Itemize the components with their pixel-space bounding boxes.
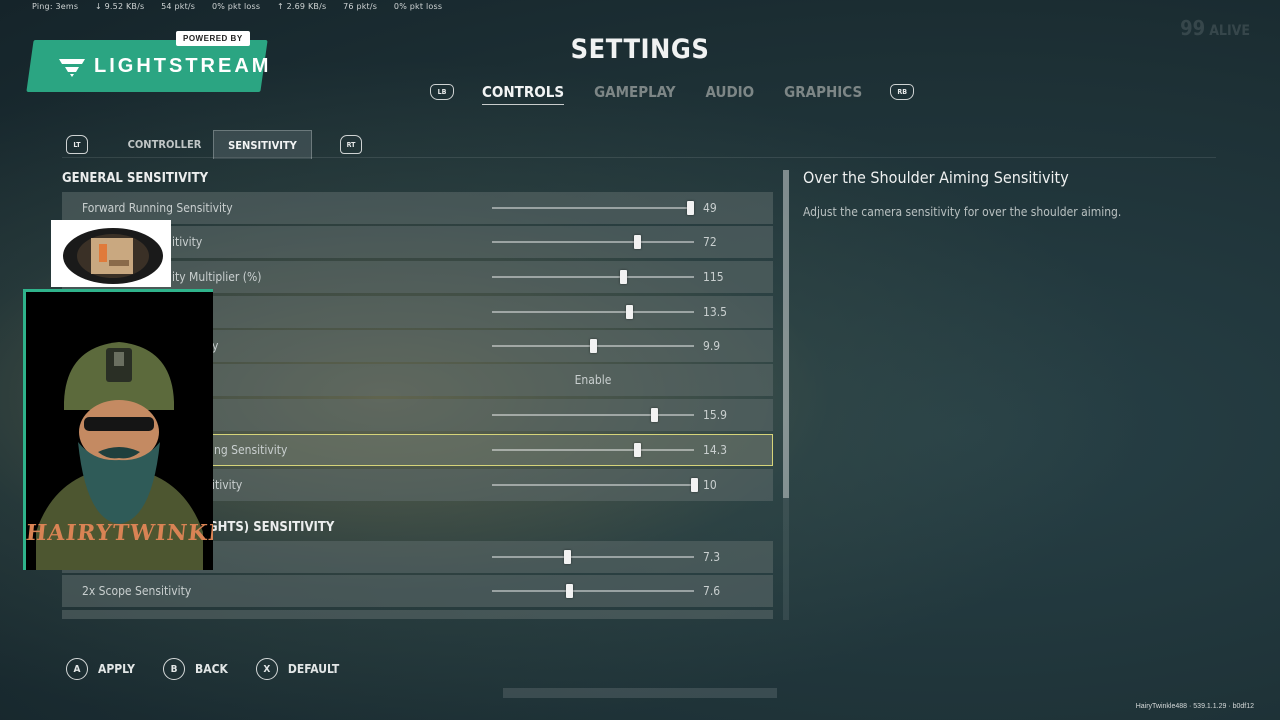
upload-loss: 0% pkt loss xyxy=(393,2,443,11)
setting-label: 2x Scope Sensitivity xyxy=(82,584,192,598)
setting-value: 72 xyxy=(703,235,717,249)
description-title: Over the Shoulder Aiming Sensitivity xyxy=(803,168,1069,187)
apply-label: APPLY xyxy=(98,662,136,676)
default-label: DEFAULT xyxy=(287,662,340,676)
streamer-badge-image xyxy=(51,220,171,287)
slider-thumb[interactable] xyxy=(626,305,634,319)
slider-track[interactable] xyxy=(492,339,694,353)
tabs-divider xyxy=(62,157,1216,158)
back-label: BACK xyxy=(195,662,228,676)
horizontal-scrollbar[interactable] xyxy=(503,688,777,698)
slider-track[interactable] xyxy=(492,584,694,598)
setting-value: 10 xyxy=(703,478,717,492)
settings-scrollbar-thumb[interactable] xyxy=(783,170,789,498)
slider-thumb[interactable] xyxy=(565,584,573,598)
setting-value: 15.9 xyxy=(703,408,728,422)
download-rate: ↓ 9.52 KB/s xyxy=(94,2,145,11)
upload-packets: 76 pkt/s xyxy=(343,2,378,11)
sub-tabs: LT CONTROLLER SENSITIVITY RT xyxy=(66,130,362,159)
setting-value: 7.6 xyxy=(703,584,721,598)
back-button[interactable]: B BACK xyxy=(163,658,228,680)
lb-bumper-icon[interactable]: LB xyxy=(430,84,454,100)
setting-label: itivity xyxy=(212,478,243,492)
slider-track[interactable] xyxy=(492,270,694,284)
setting-value: 9.9 xyxy=(703,339,721,353)
slider-thumb[interactable] xyxy=(691,478,698,492)
badge-art-icon xyxy=(63,228,163,284)
slider-thumb[interactable] xyxy=(563,550,571,564)
lt-trigger-icon[interactable]: LT xyxy=(66,135,88,154)
setting-value: 13.5 xyxy=(703,305,728,319)
slider-track[interactable] xyxy=(492,201,694,215)
build-info: HairyTwinkle488 · 539.1.1.29 · b0df12 xyxy=(1135,703,1254,710)
setting-row-partial xyxy=(62,610,773,619)
main-tabs: LB CONTROLS GAMEPLAY AUDIO GRAPHICS RB xyxy=(430,83,915,105)
a-button-icon: A xyxy=(66,658,88,680)
slider-track[interactable] xyxy=(492,305,694,319)
x-button-icon: X xyxy=(255,658,278,680)
streamer-avatar-card: HAIRYTWINKLE xyxy=(23,289,213,570)
ping-text: Ping: 3ems xyxy=(32,2,79,11)
slider-track[interactable] xyxy=(492,443,694,457)
slider-thumb[interactable] xyxy=(620,270,628,284)
rt-trigger-icon[interactable]: RT xyxy=(340,135,362,154)
slider-track[interactable] xyxy=(492,478,698,492)
footer-actions: A APPLY B BACK X DEFAULT xyxy=(66,658,367,680)
tab-gameplay[interactable]: GAMEPLAY xyxy=(594,83,675,101)
setting-value: 14.3 xyxy=(703,443,728,457)
rb-bumper-icon[interactable]: RB xyxy=(890,84,915,100)
setting-value: 7.3 xyxy=(703,550,721,564)
slider-thumb[interactable] xyxy=(650,408,658,422)
slider-thumb[interactable] xyxy=(634,235,642,249)
description-text: Adjust the camera sensitivity for over t… xyxy=(803,205,1122,219)
general-sensitivity-heading: GENERAL SENSITIVITY xyxy=(62,171,209,186)
scope-sensitivity-heading: GHTS) SENSITIVITY xyxy=(208,520,335,535)
default-button[interactable]: X DEFAULT xyxy=(255,658,340,680)
stream-stats: Ping: 3ems ↓ 9.52 KB/s 54 pkt/s 0% pkt l… xyxy=(32,2,456,11)
download-packets: 54 pkt/s xyxy=(161,2,196,11)
tab-controller[interactable]: CONTROLLER xyxy=(116,130,213,159)
streamer-name-logo: HAIRYTWINKLE xyxy=(24,520,213,546)
slider-track[interactable] xyxy=(492,408,694,422)
tab-controls[interactable]: CONTROLS xyxy=(482,83,565,105)
download-loss: 0% pkt loss xyxy=(211,2,261,11)
tab-sensitivity[interactable]: SENSITIVITY xyxy=(213,130,312,159)
apply-button[interactable]: A APPLY xyxy=(66,658,135,680)
setting-toggle[interactable]: Enable xyxy=(492,364,694,396)
setting-label: itivity xyxy=(172,235,203,249)
slider-thumb[interactable] xyxy=(634,443,642,457)
slider-track[interactable] xyxy=(492,235,694,249)
setting-value: 115 xyxy=(703,270,724,284)
page-title: SETTINGS xyxy=(570,34,710,65)
tab-graphics[interactable]: GRAPHICS xyxy=(784,83,862,101)
setting-label: ng Sensitivity xyxy=(214,443,288,457)
slider-thumb[interactable] xyxy=(590,339,597,353)
settings-scrollbar[interactable] xyxy=(783,170,789,620)
slider-thumb[interactable] xyxy=(686,201,694,215)
upload-rate: ↑ 2.69 KB/s xyxy=(276,2,327,11)
setting-value: 49 xyxy=(703,201,717,215)
b-button-icon: B xyxy=(163,658,186,680)
tab-audio[interactable]: AUDIO xyxy=(706,83,755,101)
slider-track[interactable] xyxy=(492,550,694,564)
setting-row-2x-scope[interactable]: 2x Scope Sensitivity 7.6 xyxy=(62,575,773,607)
